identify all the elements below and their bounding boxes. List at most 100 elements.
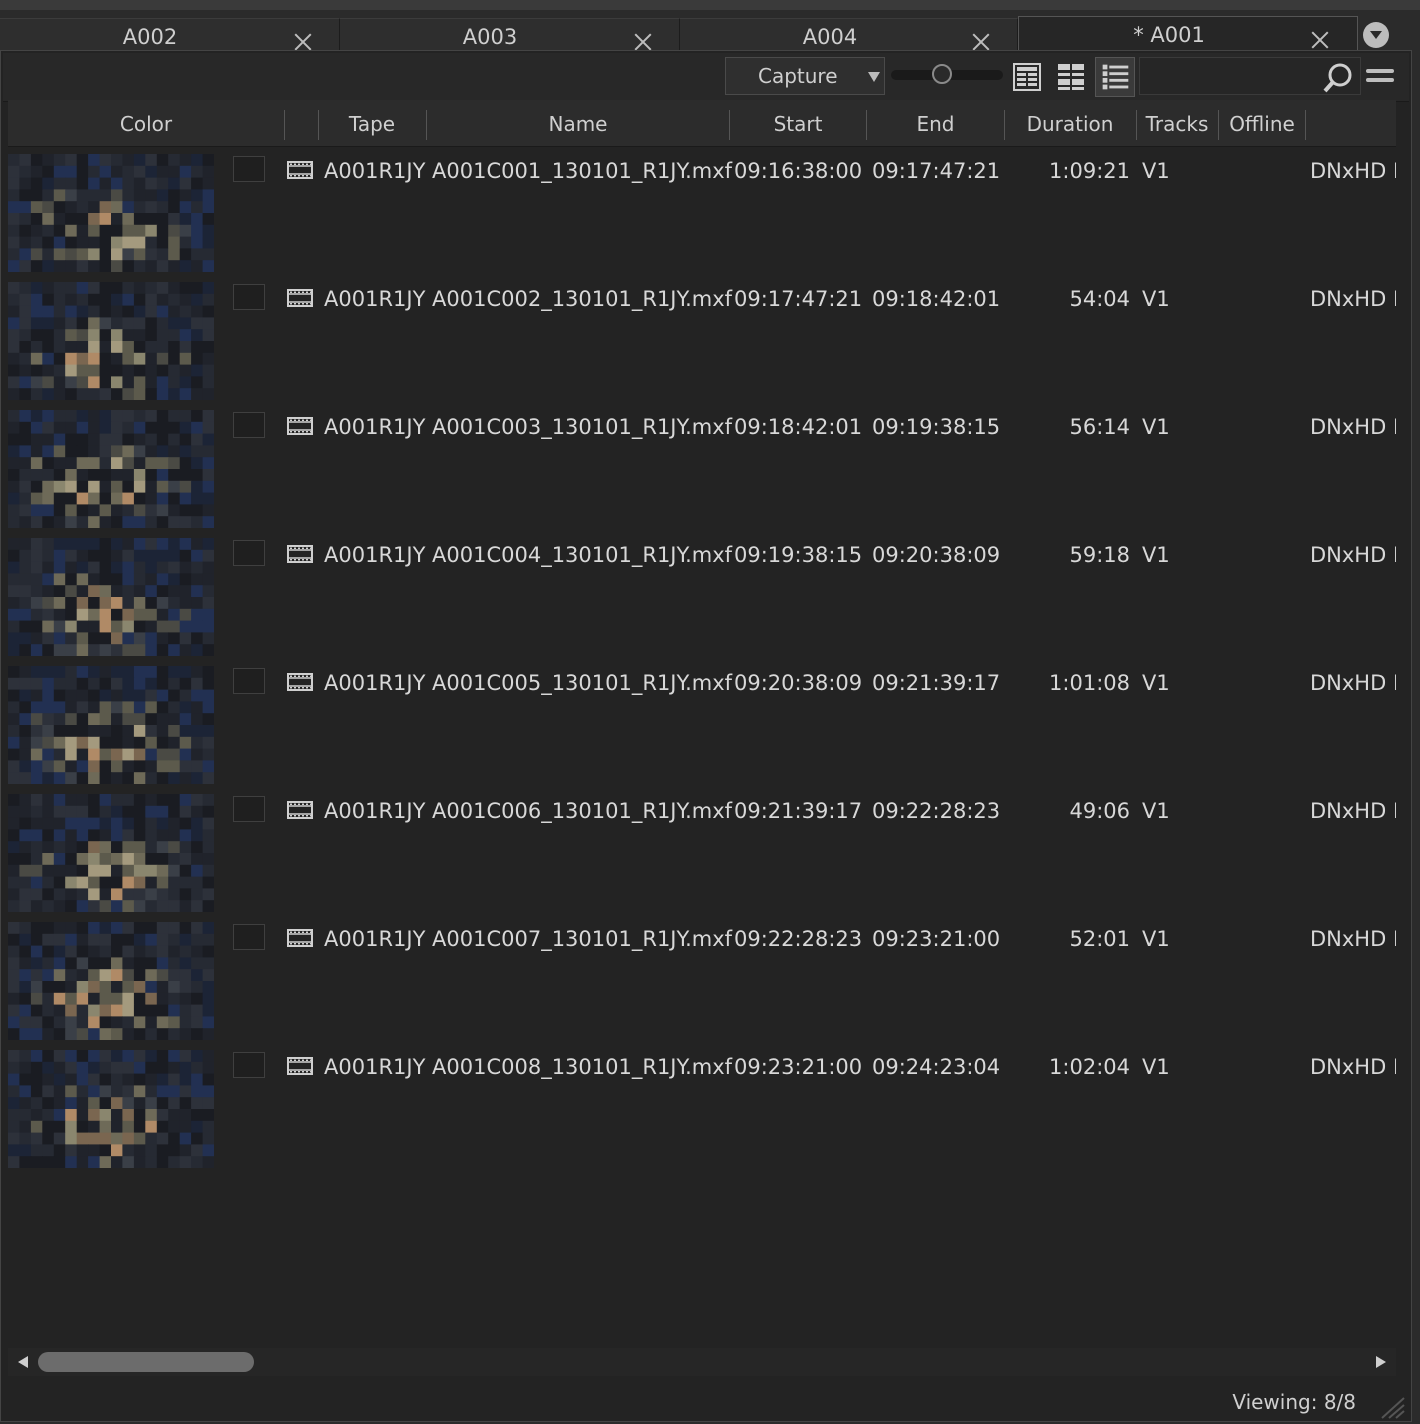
table-row[interactable]: A001R1JY A001C002_130101_R1JY.mxf 09:17:… bbox=[8, 276, 1396, 404]
cell-end: 09:22:28:23 bbox=[872, 799, 1001, 823]
cell-duration: 49:06 bbox=[1069, 799, 1130, 823]
table-row[interactable]: A001R1JY A001C004_130101_R1JY.mxf 09:19:… bbox=[8, 532, 1396, 660]
zoom-slider-handle[interactable] bbox=[931, 64, 952, 84]
tab-bar: A002 A003 A004 * A001 bbox=[0, 10, 1420, 60]
cell-format: DNxHD I bbox=[1310, 927, 1396, 951]
scroll-left-icon[interactable] bbox=[18, 1356, 28, 1368]
film-clip-icon bbox=[287, 929, 313, 947]
cell-tape: A001R1JY bbox=[324, 415, 426, 439]
cell-tracks: V1 bbox=[1142, 1055, 1170, 1079]
cell-start: 09:23:21:00 bbox=[734, 1055, 863, 1079]
close-icon[interactable] bbox=[634, 33, 652, 51]
clip-list: A001R1JY A001C001_130101_R1JY.mxf 09:16:… bbox=[8, 148, 1396, 1344]
grid-small-icon bbox=[1058, 64, 1084, 90]
window-top-strip bbox=[0, 0, 1420, 10]
film-clip-icon bbox=[287, 545, 313, 563]
film-clip-icon bbox=[287, 417, 313, 435]
column-divider[interactable] bbox=[1305, 110, 1306, 140]
cell-format: DNxHD I bbox=[1310, 799, 1396, 823]
viewing-count: Viewing: 8/8 bbox=[1232, 1390, 1356, 1414]
clip-thumbnail bbox=[8, 410, 214, 528]
column-offline[interactable]: Offline bbox=[1219, 100, 1305, 146]
flag-checkbox[interactable] bbox=[233, 284, 265, 310]
cell-format: DNxHD I bbox=[1310, 671, 1396, 695]
cell-tracks: V1 bbox=[1142, 671, 1170, 695]
flag-checkbox[interactable] bbox=[233, 924, 265, 950]
table-row[interactable]: A001R1JY A001C003_130101_R1JY.mxf 09:18:… bbox=[8, 404, 1396, 532]
cell-tracks: V1 bbox=[1142, 543, 1170, 567]
cell-tape: A001R1JY bbox=[324, 799, 426, 823]
thumbnail-view-button[interactable] bbox=[1007, 57, 1047, 97]
capture-dropdown[interactable]: Capture bbox=[725, 57, 885, 95]
resize-grip-icon[interactable] bbox=[1376, 1394, 1406, 1420]
grid-view-button[interactable] bbox=[1051, 57, 1091, 97]
column-flag[interactable] bbox=[285, 100, 318, 146]
table-row[interactable]: A001R1JY A001C008_130101_R1JY.mxf 09:23:… bbox=[8, 1044, 1396, 1172]
cell-duration: 56:14 bbox=[1069, 415, 1130, 439]
flag-checkbox[interactable] bbox=[233, 540, 265, 566]
column-duration[interactable]: Duration bbox=[1005, 100, 1135, 146]
column-tape[interactable]: Tape bbox=[319, 100, 425, 146]
film-clip-icon bbox=[287, 1057, 313, 1075]
column-tracks[interactable]: Tracks bbox=[1137, 100, 1217, 146]
table-row[interactable]: A001R1JY A001C007_130101_R1JY.mxf 09:22:… bbox=[8, 916, 1396, 1044]
table-row[interactable]: A001R1JY A001C001_130101_R1JY.mxf 09:16:… bbox=[8, 148, 1396, 276]
close-icon[interactable] bbox=[1311, 31, 1329, 49]
cell-end: 09:24:23:04 bbox=[872, 1055, 1001, 1079]
cell-name: A001C005_130101_R1JY.mxf bbox=[432, 671, 733, 695]
close-icon[interactable] bbox=[972, 33, 990, 51]
close-icon[interactable] bbox=[294, 33, 312, 51]
column-header: Color Tape Name Start End Duration Track… bbox=[8, 100, 1396, 147]
grid-large-icon bbox=[1013, 63, 1041, 91]
column-name[interactable]: Name bbox=[427, 100, 729, 146]
flag-checkbox[interactable] bbox=[233, 668, 265, 694]
flag-checkbox[interactable] bbox=[233, 796, 265, 822]
cell-start: 09:22:28:23 bbox=[734, 927, 863, 951]
flag-checkbox[interactable] bbox=[233, 156, 265, 182]
cell-duration: 52:01 bbox=[1069, 927, 1130, 951]
cell-tracks: V1 bbox=[1142, 927, 1170, 951]
film-clip-icon bbox=[287, 289, 313, 307]
film-clip-icon bbox=[287, 801, 313, 819]
search-icon[interactable] bbox=[1321, 61, 1355, 95]
cell-name: A001C003_130101_R1JY.mxf bbox=[432, 415, 733, 439]
table-row[interactable]: A001R1JY A001C006_130101_R1JY.mxf 09:21:… bbox=[8, 788, 1396, 916]
cell-format: DNxHD I bbox=[1310, 287, 1396, 311]
clip-thumbnail bbox=[8, 538, 214, 656]
cell-name: A001C004_130101_R1JY.mxf bbox=[432, 543, 733, 567]
cell-tracks: V1 bbox=[1142, 799, 1170, 823]
horizontal-scrollbar[interactable] bbox=[8, 1348, 1396, 1376]
clip-thumbnail bbox=[8, 666, 214, 784]
film-clip-icon bbox=[287, 673, 313, 691]
film-clip-icon bbox=[287, 161, 313, 179]
cell-format: DNxHD I bbox=[1310, 159, 1396, 183]
scrollbar-thumb[interactable] bbox=[38, 1352, 254, 1372]
column-end[interactable]: End bbox=[867, 100, 1004, 146]
column-color[interactable]: Color bbox=[8, 100, 284, 146]
chevron-down-icon[interactable] bbox=[1363, 22, 1389, 48]
cell-end: 09:20:38:09 bbox=[872, 543, 1001, 567]
cell-duration: 59:18 bbox=[1069, 543, 1130, 567]
cell-duration: 1:01:08 bbox=[1049, 671, 1130, 695]
cell-start: 09:18:42:01 bbox=[734, 415, 863, 439]
list-view-button[interactable] bbox=[1095, 57, 1135, 97]
flag-checkbox[interactable] bbox=[233, 1052, 265, 1078]
column-start[interactable]: Start bbox=[730, 100, 866, 146]
cell-tape: A001R1JY bbox=[324, 927, 426, 951]
clip-thumbnail bbox=[8, 154, 214, 272]
cell-start: 09:21:39:17 bbox=[734, 799, 863, 823]
cell-tape: A001R1JY bbox=[324, 671, 426, 695]
cell-tape: A001R1JY bbox=[324, 543, 426, 567]
cell-name: A001C006_130101_R1JY.mxf bbox=[432, 799, 733, 823]
cell-start: 09:19:38:15 bbox=[734, 543, 863, 567]
scroll-right-icon[interactable] bbox=[1376, 1356, 1386, 1368]
table-row[interactable]: A001R1JY A001C005_130101_R1JY.mxf 09:20:… bbox=[8, 660, 1396, 788]
flag-checkbox[interactable] bbox=[233, 412, 265, 438]
cell-name: A001C002_130101_R1JY.mxf bbox=[432, 287, 733, 311]
menu-icon[interactable] bbox=[1365, 65, 1395, 89]
cell-end: 09:17:47:21 bbox=[872, 159, 1001, 183]
cell-end: 09:21:39:17 bbox=[872, 671, 1001, 695]
clip-thumbnail bbox=[8, 922, 214, 1040]
cell-duration: 54:04 bbox=[1069, 287, 1130, 311]
list-icon bbox=[1102, 64, 1129, 90]
